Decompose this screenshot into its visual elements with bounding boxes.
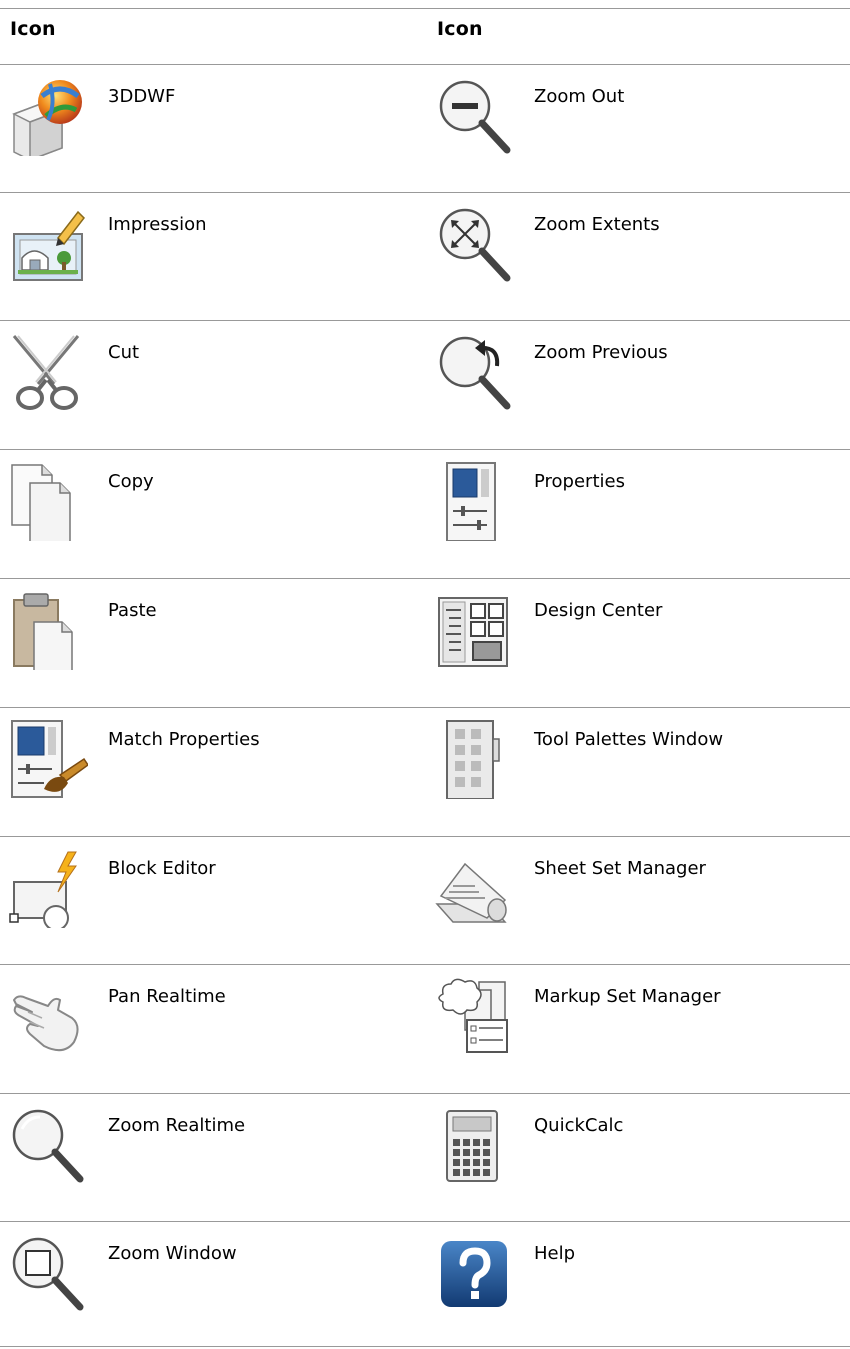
zoom-window-icon bbox=[8, 1233, 88, 1313]
table-row: Zoom Window Help bbox=[0, 1221, 850, 1349]
copy-icon bbox=[8, 461, 88, 541]
table-row: Paste Design Center bbox=[0, 578, 850, 706]
icon-label: QuickCalc bbox=[534, 1115, 624, 1136]
table-cell: Cut bbox=[0, 320, 425, 448]
table-cell: QuickCalc bbox=[425, 1093, 850, 1221]
table-top-rule bbox=[0, 8, 850, 9]
table-row: Block Editor Sheet Set Manager bbox=[0, 836, 850, 964]
table-cell: Match Properties bbox=[0, 707, 425, 835]
table-row: Match Properties Tool Palettes Window bbox=[0, 707, 850, 835]
scissors-icon bbox=[8, 332, 88, 412]
markup-set-manager-icon bbox=[435, 976, 515, 1056]
icon-label: Pan Realtime bbox=[108, 986, 226, 1007]
icon-label: Help bbox=[534, 1243, 576, 1264]
zoom-extents-icon bbox=[435, 204, 515, 284]
design-center-icon bbox=[435, 590, 515, 670]
table-row: Copy Properties bbox=[0, 449, 850, 577]
table-cell: Zoom Extents bbox=[425, 192, 850, 320]
icon-label: Zoom Previous bbox=[534, 342, 668, 363]
table-cell: Impression bbox=[0, 192, 425, 320]
icon-label: Copy bbox=[108, 471, 154, 492]
column-header-right: Icon bbox=[437, 18, 483, 40]
table-cell: Properties bbox=[425, 449, 850, 577]
icon-label: Zoom Extents bbox=[534, 214, 660, 235]
icon-label: Match Properties bbox=[108, 729, 260, 750]
table-cell: Copy bbox=[0, 449, 425, 577]
pan-hand-icon bbox=[8, 976, 88, 1056]
table-cell: Paste bbox=[0, 578, 425, 706]
icon-label: Properties bbox=[534, 471, 625, 492]
table-cell: Design Center bbox=[425, 578, 850, 706]
impression-icon bbox=[8, 204, 88, 284]
icon-label: Tool Palettes Window bbox=[534, 729, 724, 750]
table-cell: Zoom Window bbox=[0, 1221, 425, 1349]
icon-label: Design Center bbox=[534, 600, 663, 621]
zoom-previous-icon bbox=[435, 332, 515, 412]
table-row: 3DDWF Zoom Out bbox=[0, 64, 850, 192]
table-cell: Zoom Realtime bbox=[0, 1093, 425, 1221]
help-icon bbox=[435, 1233, 515, 1313]
table-cell: Pan Realtime bbox=[0, 964, 425, 1092]
table-row: Pan Realtime Markup Set Manager bbox=[0, 964, 850, 1092]
icon-label: Block Editor bbox=[108, 858, 216, 879]
table-cell: Tool Palettes Window bbox=[425, 707, 850, 835]
calculator-icon bbox=[435, 1105, 515, 1185]
match-properties-icon bbox=[8, 719, 88, 799]
zoom-realtime-icon bbox=[8, 1105, 88, 1185]
table-cell: Zoom Out bbox=[425, 64, 850, 192]
table-cell: Markup Set Manager bbox=[425, 964, 850, 1092]
table-cell: 3DDWF bbox=[0, 64, 425, 192]
sheet-set-manager-icon bbox=[435, 848, 515, 928]
icon-label: Zoom Realtime bbox=[108, 1115, 246, 1136]
tool-palettes-icon bbox=[435, 719, 515, 799]
table-cell: Help bbox=[425, 1221, 850, 1349]
icon-label: Markup Set Manager bbox=[534, 986, 721, 1007]
icon-label: Zoom Out bbox=[534, 86, 625, 107]
table-cell: Zoom Previous bbox=[425, 320, 850, 448]
table-row: Cut Zoom Previous bbox=[0, 320, 850, 448]
table-row: Impression Zoom Extents bbox=[0, 192, 850, 320]
paste-icon bbox=[8, 590, 88, 670]
column-header-left: Icon bbox=[10, 18, 56, 40]
table-cell: Block Editor bbox=[0, 836, 425, 964]
block-editor-icon bbox=[8, 848, 88, 928]
table-row: Zoom Realtime QuickCalc bbox=[0, 1093, 850, 1221]
icon-label: Zoom Window bbox=[108, 1243, 237, 1264]
icon-label: Impression bbox=[108, 214, 207, 235]
icon-table: Icon Icon 3DDWF Zoom Out Impression Zoom… bbox=[0, 0, 850, 1347]
icon-label: 3DDWF bbox=[108, 86, 176, 107]
table-cell: Sheet Set Manager bbox=[425, 836, 850, 964]
icon-label: Paste bbox=[108, 600, 157, 621]
zoom-out-icon bbox=[435, 76, 515, 156]
icon-label: Cut bbox=[108, 342, 140, 363]
icon-label: Sheet Set Manager bbox=[534, 858, 706, 879]
properties-icon bbox=[435, 461, 515, 541]
3ddwf-icon bbox=[8, 76, 88, 156]
